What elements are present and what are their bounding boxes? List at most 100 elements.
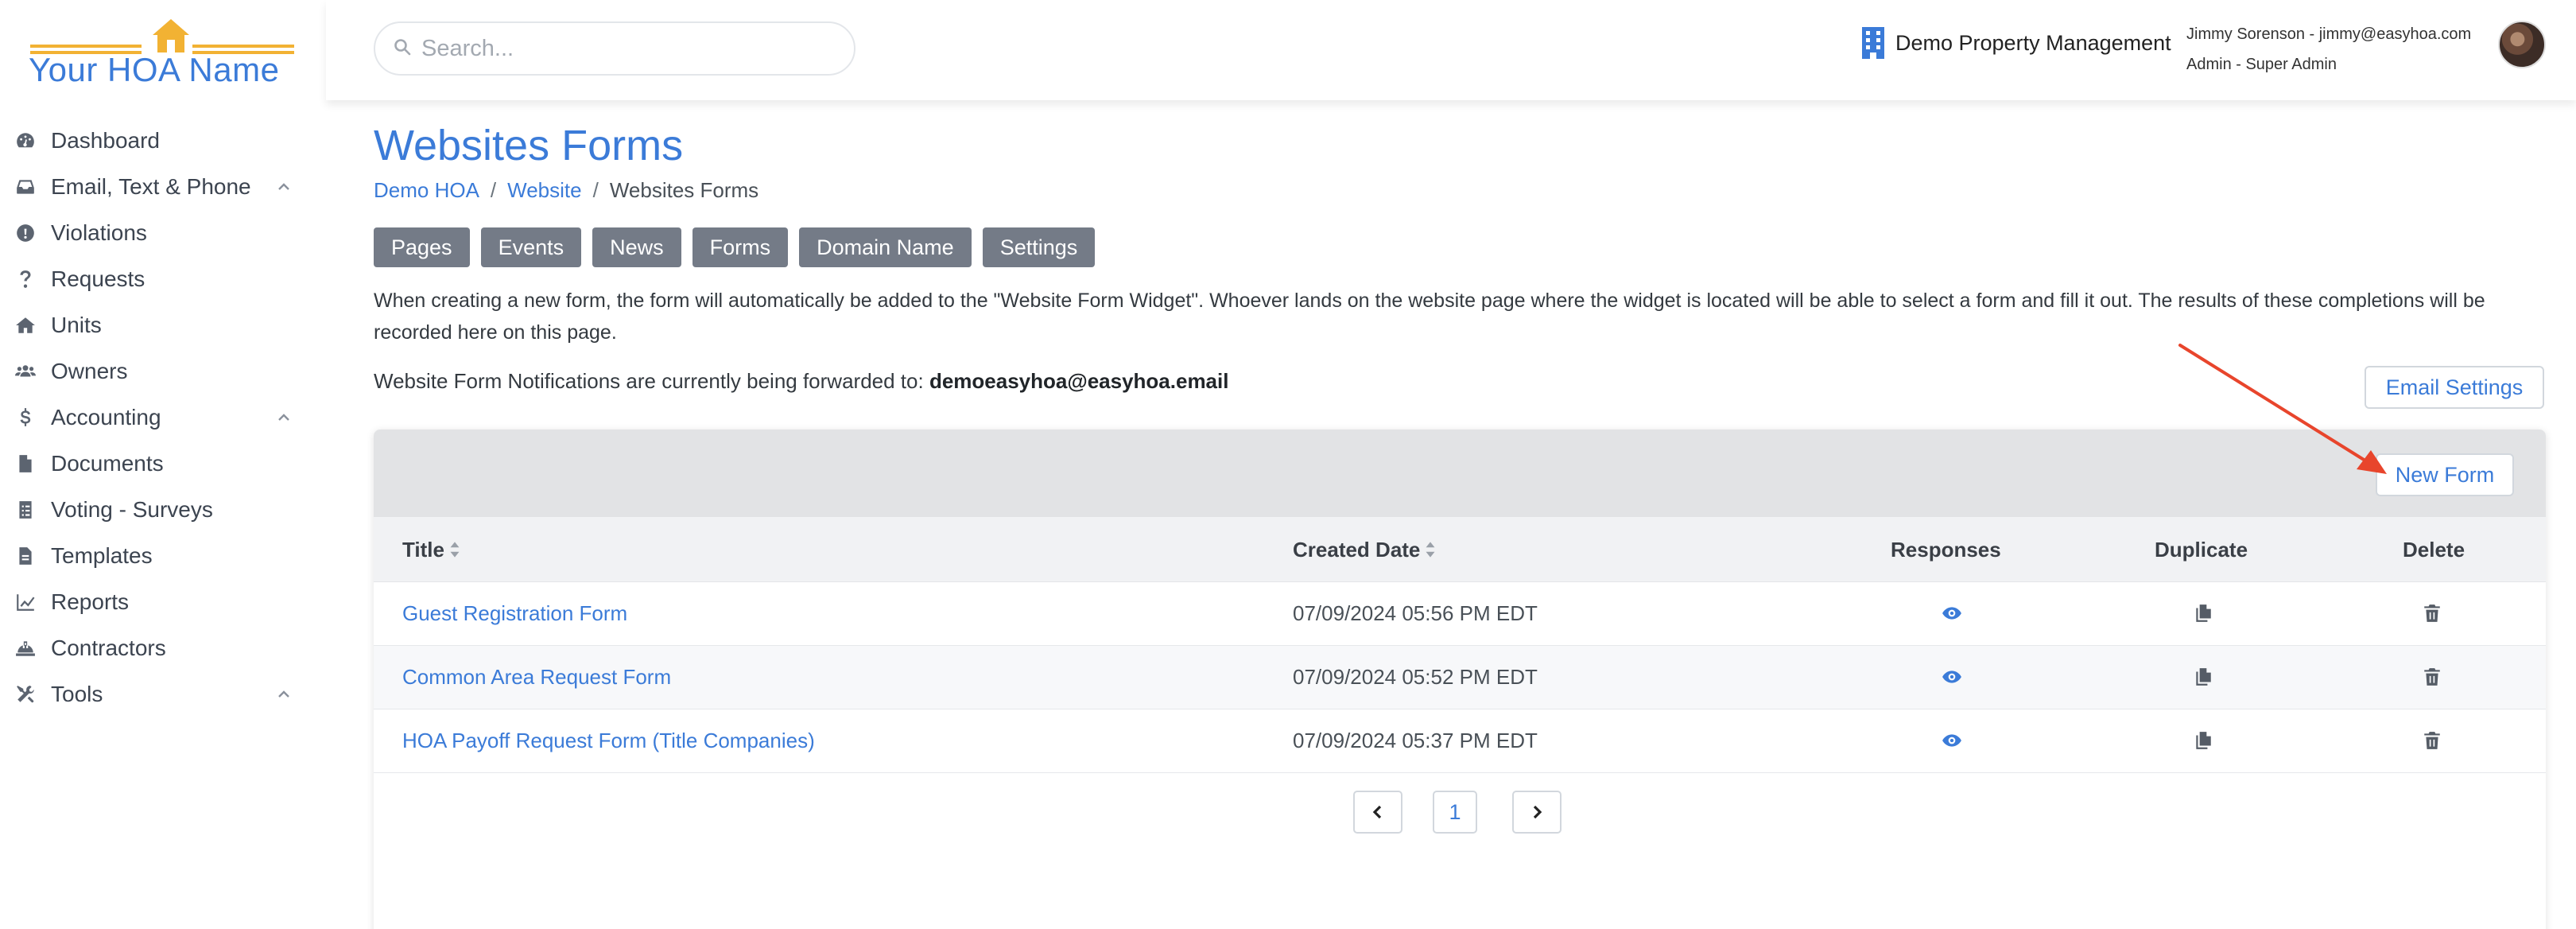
sidebar-item-voting-surveys[interactable]: Voting - Surveys [0, 487, 326, 533]
sidebar-item-contractors[interactable]: Contractors [0, 625, 326, 671]
logo-line-left [30, 45, 142, 48]
tab-forms[interactable]: Forms [692, 227, 789, 267]
chevron-up-icon[interactable] [277, 180, 291, 194]
sidebar-item-label: Units [51, 313, 102, 337]
sidebar-item-dashboard[interactable]: Dashboard [0, 118, 326, 164]
company-selector[interactable]: Demo Property Management [1860, 27, 2171, 59]
column-created-date[interactable]: Created Date [1293, 538, 1436, 564]
column-title-label: Title [402, 538, 444, 562]
trash-icon[interactable] [2420, 665, 2444, 689]
copy-icon[interactable] [2191, 729, 2215, 752]
sidebar-item-documents[interactable]: Documents [0, 441, 326, 487]
tab-news[interactable]: News [592, 227, 681, 267]
eye-icon[interactable] [1940, 601, 1964, 625]
form-title-link[interactable]: Guest Registration Form [402, 601, 627, 626]
tab-events[interactable]: Events [480, 227, 582, 267]
sidebar-nav: Dashboard Email, Text & Phone Violations… [0, 118, 326, 717]
copy-icon[interactable] [2191, 665, 2215, 689]
column-created-label: Created Date [1293, 538, 1421, 562]
table-header: Title Created Date Responses Duplicate D… [374, 517, 2546, 582]
sidebar-item-tools[interactable]: Tools [0, 671, 326, 717]
table-row: Common Area Request Form 07/09/2024 05:5… [374, 646, 2546, 709]
sidebar-item-label: Contractors [51, 636, 166, 660]
table-row: HOA Payoff Request Form (Title Companies… [374, 709, 2546, 773]
logo-text: Your HOA Name [29, 51, 280, 88]
sidebar-item-violations[interactable]: Violations [0, 210, 326, 256]
inbox-icon [14, 176, 37, 198]
users-icon [14, 360, 37, 383]
sidebar-item-reports[interactable]: Reports [0, 579, 326, 625]
sidebar-item-label: Templates [51, 543, 153, 568]
breadcrumb-separator: / [592, 178, 599, 202]
column-delete: Delete [2403, 538, 2465, 562]
breadcrumb-separator: / [490, 178, 497, 202]
pagination-prev-button[interactable] [1353, 791, 1402, 834]
sidebar-item-templates[interactable]: Templates [0, 533, 326, 579]
form-created-date: 07/09/2024 05:56 PM EDT [1293, 601, 1538, 625]
breadcrumb: Demo HOA / Website / Websites Forms [374, 178, 758, 203]
top-header: Demo Property Management Jimmy Sorenson … [326, 0, 2576, 100]
chevron-up-icon[interactable] [277, 410, 291, 425]
avatar[interactable] [2498, 21, 2546, 68]
sidebar-item-label: Dashboard [51, 128, 160, 153]
alert-circle-icon [14, 222, 37, 244]
template-icon [14, 545, 37, 567]
sort-icon [1425, 539, 1436, 564]
search-input[interactable] [421, 35, 819, 62]
sidebar-item-label: Documents [51, 451, 164, 476]
sidebar-item-label: Email, Text & Phone [51, 174, 251, 199]
user-role: Admin - Super Admin [2186, 56, 2337, 73]
breadcrumb-current: Websites Forms [609, 178, 759, 202]
column-title[interactable]: Title [402, 538, 460, 564]
form-title-link[interactable]: Common Area Request Form [402, 665, 671, 690]
sidebar-item-email-text-phone[interactable]: Email, Text & Phone [0, 164, 326, 210]
building-icon [1862, 27, 1884, 59]
home-icon [14, 314, 37, 336]
sidebar-item-label: Requests [51, 266, 145, 291]
pagination-page-number: 1 [1449, 799, 1461, 824]
pagination-next-button[interactable] [1512, 791, 1562, 834]
website-tabs: Pages Events News Forms Domain Name Sett… [374, 227, 1106, 267]
breadcrumb-demo-hoa[interactable]: Demo HOA [374, 178, 479, 203]
page-title: Websites Forms [374, 122, 684, 169]
column-duplicate: Duplicate [2155, 538, 2248, 562]
form-title-link[interactable]: HOA Payoff Request Form (Title Companies… [402, 729, 815, 753]
breadcrumb-website[interactable]: Website [507, 178, 581, 203]
sidebar-item-accounting[interactable]: Accounting [0, 395, 326, 441]
eye-icon[interactable] [1940, 729, 1964, 752]
pagination-page-1[interactable]: 1 [1433, 791, 1477, 834]
company-name: Demo Property Management [1895, 30, 2171, 55]
trash-icon[interactable] [2420, 729, 2444, 752]
tools-icon [14, 683, 37, 705]
notification-label: Website Form Notifications are currently… [374, 369, 929, 393]
form-created-date: 07/09/2024 05:37 PM EDT [1293, 729, 1538, 752]
trash-icon[interactable] [2420, 601, 2444, 625]
chart-line-icon [14, 591, 37, 613]
annotation-arrow [2178, 344, 2387, 474]
dollar-icon [14, 406, 37, 429]
sidebar-item-label: Accounting [51, 405, 161, 430]
sidebar-item-label: Owners [51, 359, 128, 383]
user-name-email: Jimmy Sorenson - jimmy@easyhoa.com [2186, 25, 2472, 43]
notification-forwarding: Website Form Notifications are currently… [374, 369, 1228, 394]
tab-domain-name[interactable]: Domain Name [799, 227, 972, 267]
chevron-left-icon [1372, 805, 1382, 819]
eye-icon[interactable] [1940, 665, 1964, 689]
copy-icon[interactable] [2191, 601, 2215, 625]
sort-icon [449, 539, 460, 564]
sidebar-item-label: Violations [51, 220, 147, 245]
logo-line-right [192, 45, 294, 48]
chevron-right-icon [1533, 805, 1542, 819]
table-row: Guest Registration Form 07/09/2024 05:56… [374, 582, 2546, 646]
tab-settings[interactable]: Settings [982, 227, 1096, 267]
search-icon [393, 37, 421, 60]
search-box[interactable] [374, 21, 855, 76]
sidebar-item-owners[interactable]: Owners [0, 348, 326, 395]
sidebar-item-label: Reports [51, 589, 130, 614]
sidebar-item-requests[interactable]: Requests [0, 256, 326, 302]
column-responses: Responses [1891, 538, 2001, 562]
sidebar-item-units[interactable]: Units [0, 302, 326, 348]
chevron-up-icon[interactable] [277, 687, 291, 702]
question-icon [14, 268, 37, 290]
tab-pages[interactable]: Pages [374, 227, 470, 267]
